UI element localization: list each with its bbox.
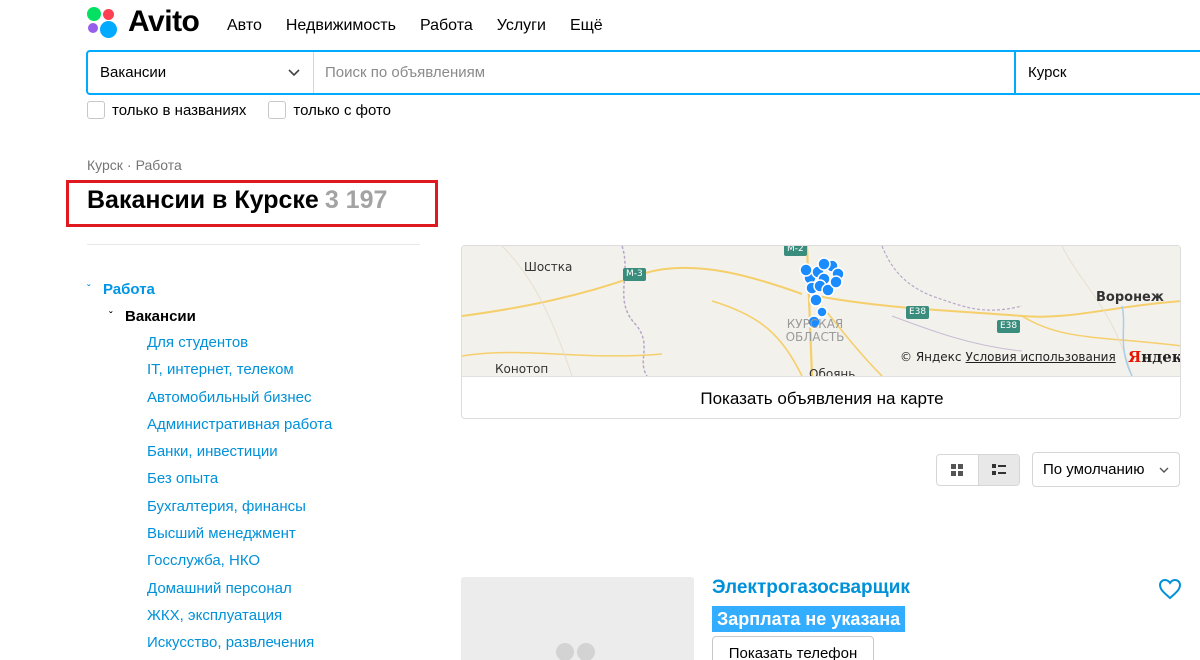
map-attribution: © Яндекс Условия использования — [900, 350, 1116, 364]
sidebar-subcategory[interactable]: Банки, инвестиции — [147, 442, 332, 469]
sort-select[interactable]: По умолчанию — [1032, 452, 1180, 487]
map-label-region: КУРСКАЯ ОБЛАСТЬ — [785, 317, 845, 344]
sidebar-item-vacancies[interactable]: ˇ Вакансии — [109, 306, 332, 326]
map-label-konotop: Конотоп — [495, 362, 549, 376]
sidebar-subcategory[interactable]: Искусство, развлечения — [147, 633, 332, 660]
top-nav: Авто Недвижимость Работа Услуги Ещё — [227, 17, 603, 35]
image-placeholder-icon — [556, 643, 574, 660]
category-select[interactable]: Вакансии — [88, 52, 314, 93]
nav-more[interactable]: Ещё — [570, 17, 603, 35]
only-photo-checkbox[interactable]: только с фото — [268, 101, 391, 119]
sidebar-sub-label: Вакансии — [125, 307, 196, 325]
sidebar-subcategory[interactable]: Без опыта — [147, 469, 332, 496]
chevron-down-icon: ˇ — [109, 310, 113, 322]
city-field-value: Курск — [1028, 64, 1067, 81]
chevron-down-icon: ˇ — [87, 283, 91, 295]
listing-salary: Зарплата не указана — [712, 606, 906, 632]
checkbox-box[interactable] — [268, 101, 287, 119]
city-field[interactable]: Курск — [1014, 52, 1200, 93]
sidebar-root-label: Работа — [103, 280, 155, 298]
grid-icon — [951, 464, 964, 476]
page-title: Вакансии в Курске 3 197 — [87, 186, 387, 215]
map-card: М-2 М-3 E38 E38 Шостка Воронеж Конотоп К… — [461, 245, 1181, 419]
logo-dots-icon — [87, 5, 121, 39]
only-titles-checkbox[interactable]: только в названиях — [87, 101, 246, 119]
chevron-down-icon — [288, 69, 300, 77]
category-select-value: Вакансии — [100, 64, 167, 81]
road-badge-e38: E38 — [997, 320, 1021, 333]
nav-auto[interactable]: Авто — [227, 17, 262, 35]
yandex-logo[interactable]: Яндекс — [1128, 348, 1180, 366]
list-view-button[interactable] — [977, 455, 1019, 485]
sidebar-subcategory[interactable]: Административная работа — [147, 415, 332, 442]
nav-services[interactable]: Услуги — [497, 17, 546, 35]
sort-select-value: По умолчанию — [1043, 461, 1145, 478]
sidebar-subcategory[interactable]: Госслужба, НКО — [147, 551, 332, 578]
sidebar-subcategory[interactable]: Высший менеджмент — [147, 524, 332, 551]
sidebar-item-jobs[interactable]: ˇ Работа — [87, 279, 332, 299]
sidebar-subcategory-list: Для студентов IT, интернет, телеком Авто… — [147, 333, 332, 660]
nav-realty[interactable]: Недвижимость — [286, 17, 396, 35]
breadcrumb: Курск · Работа — [87, 157, 182, 173]
only-titles-label: только в названиях — [112, 101, 247, 119]
road-badge-m2: М-2 — [784, 246, 807, 256]
show-on-map-button[interactable]: Показать объявления на карте — [462, 376, 1180, 418]
page-title-text: Вакансии в Курске — [87, 186, 319, 214]
map-label-voronezh: Воронеж — [1096, 290, 1164, 305]
listing-image[interactable] — [461, 577, 694, 660]
search-input[interactable] — [314, 52, 1014, 93]
map-label-shostka: Шостка — [524, 260, 573, 274]
sidebar-subcategory[interactable]: Бухгалтерия, финансы — [147, 497, 332, 524]
list-icon — [991, 464, 1006, 475]
image-placeholder-icon — [577, 643, 595, 660]
show-phone-button[interactable]: Показать телефон — [712, 636, 874, 660]
sidebar-subcategory[interactable]: Для студентов — [147, 333, 332, 360]
nav-jobs[interactable]: Работа — [420, 17, 473, 35]
breadcrumb-separator: · — [126, 157, 132, 173]
breadcrumb-city[interactable]: Курск — [87, 157, 123, 173]
sidebar-subcategory[interactable]: IT, интернет, телеком — [147, 360, 332, 387]
road-badge-m3: М-3 — [623, 268, 646, 281]
map-view[interactable]: М-2 М-3 E38 E38 Шостка Воронеж Конотоп К… — [462, 246, 1180, 381]
avito-logo[interactable]: Avito — [87, 4, 200, 40]
chevron-down-icon — [1159, 467, 1169, 473]
logo-text: Avito — [128, 5, 200, 38]
listing-title-link[interactable]: Электрогазосварщик — [712, 577, 910, 599]
heart-icon[interactable] — [1158, 578, 1182, 600]
search-filters: только в названиях только с фото — [87, 101, 391, 119]
sidebar-subcategory[interactable]: Автомобильный бизнес — [147, 388, 332, 415]
grid-view-button[interactable] — [937, 455, 978, 485]
only-photo-label: только с фото — [293, 101, 392, 119]
category-sidebar: ˇ Работа ˇ Вакансии Для студентов IT, ин… — [87, 279, 332, 660]
view-toggle — [936, 454, 1020, 486]
sidebar-subcategory[interactable]: Домашний персонал — [147, 579, 332, 606]
checkbox-box[interactable] — [87, 101, 105, 119]
results-count: 3 197 — [324, 186, 388, 214]
breadcrumb-section[interactable]: Работа — [136, 157, 182, 173]
divider — [87, 244, 420, 245]
road-badge-e38: E38 — [906, 306, 930, 319]
map-copyright: © Яндекс — [900, 350, 962, 364]
map-terms-link[interactable]: Условия использования — [966, 350, 1116, 364]
search-bar: Вакансии Курск — [86, 50, 1200, 95]
sidebar-subcategory[interactable]: ЖКХ, эксплуатация — [147, 606, 332, 633]
